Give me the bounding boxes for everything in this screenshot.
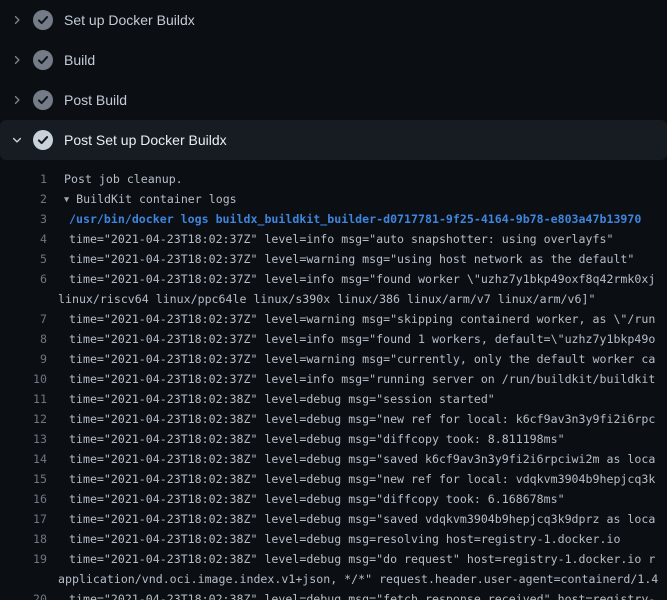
step-label: Post Set up Docker Buildx	[64, 132, 227, 148]
log-text: time="2021-04-23T18:02:37Z" level=warnin…	[69, 349, 655, 369]
step-row-post-set-up-docker-buildx[interactable]: Post Set up Docker Buildx	[0, 120, 667, 160]
log-text: time="2021-04-23T18:02:37Z" level=info m…	[69, 329, 655, 349]
log-line-number[interactable]: 1	[0, 169, 47, 189]
log-text: linux/riscv64 linux/ppc64le linux/s390x …	[58, 289, 595, 309]
log-line: 20 time="2021-04-23T18:02:38Z" level=debu…	[0, 589, 667, 600]
log-text: time="2021-04-23T18:02:38Z" level=debug …	[69, 409, 655, 429]
log-line-number[interactable]: 10	[0, 369, 47, 389]
log-line-number[interactable]: 9	[0, 349, 47, 369]
log-line: 14 time="2021-04-23T18:02:38Z" level=debu…	[0, 449, 667, 469]
log-line-number[interactable]: 18	[0, 529, 47, 549]
log-line: 4 time="2021-04-23T18:02:37Z" level=info …	[0, 229, 667, 249]
log-line-number	[0, 289, 47, 309]
log-line-number[interactable]: 2	[0, 189, 47, 209]
step-label: Set up Docker Buildx	[64, 12, 195, 28]
log-line-number[interactable]: 4	[0, 229, 47, 249]
step-row-set-up-docker-buildx[interactable]: Set up Docker Buildx	[0, 0, 667, 40]
chevron-right-icon	[9, 12, 25, 28]
chevron-right-icon	[9, 52, 25, 68]
log-text: ▼BuildKit container logs	[64, 189, 237, 209]
log-line-number[interactable]: 13	[0, 429, 47, 449]
step-label: Build	[64, 52, 95, 68]
log-line: 9 time="2021-04-23T18:02:37Z" level=warni…	[0, 349, 667, 369]
step-label: Post Build	[64, 92, 127, 108]
log-line: application/vnd.oci.image.index.v1+json,…	[0, 569, 667, 589]
log-line-number[interactable]: 11	[0, 389, 47, 409]
log-line: 8 time="2021-04-23T18:02:37Z" level=info …	[0, 329, 667, 349]
log-text: application/vnd.oci.image.index.v1+json,…	[58, 569, 658, 589]
log-line-number[interactable]: 8	[0, 329, 47, 349]
log-text: time="2021-04-23T18:02:37Z" level=info m…	[69, 229, 613, 249]
log-line-number[interactable]: 6	[0, 269, 47, 289]
log-text: time="2021-04-23T18:02:38Z" level=debug …	[69, 529, 620, 549]
log-text: Post job cleanup.	[64, 169, 183, 189]
step-row-post-build[interactable]: Post Build	[0, 80, 667, 120]
log-line-number[interactable]: 20	[0, 589, 47, 600]
step-status-check-icon	[33, 50, 53, 70]
log-line: 18 time="2021-04-23T18:02:38Z" level=debu…	[0, 529, 667, 549]
log-line-number[interactable]: 16	[0, 489, 47, 509]
log-text: time="2021-04-23T18:02:38Z" level=debug …	[69, 389, 495, 409]
log-text: time="2021-04-23T18:02:38Z" level=debug …	[69, 489, 565, 509]
log-line-number	[0, 569, 47, 589]
log-lines: 1 Post job cleanup. 2 ▼BuildKit container l…	[0, 160, 667, 600]
log-line-number[interactable]: 15	[0, 469, 47, 489]
log-line: 6 time="2021-04-23T18:02:37Z" level=info …	[0, 269, 667, 289]
log-command-text: /usr/bin/docker logs buildx_buildkit_bui…	[69, 209, 641, 229]
log-line: 5 time="2021-04-23T18:02:37Z" level=warni…	[0, 249, 667, 269]
step-status-check-icon	[33, 10, 53, 30]
log-line-number[interactable]: 7	[0, 309, 47, 329]
log-line-number[interactable]: 19	[0, 549, 47, 569]
log-line: linux/riscv64 linux/ppc64le linux/s390x …	[0, 289, 667, 309]
log-text: time="2021-04-23T18:02:38Z" level=debug …	[69, 449, 655, 469]
step-status-check-icon	[33, 130, 53, 150]
log-text: time="2021-04-23T18:02:37Z" level=warnin…	[69, 309, 655, 329]
log-line-number[interactable]: 17	[0, 509, 47, 529]
log-group-row[interactable]: 2 ▼BuildKit container logs	[0, 189, 667, 209]
log-line-number[interactable]: 3	[0, 209, 47, 229]
step-row-build[interactable]: Build	[0, 40, 667, 80]
log-text: time="2021-04-23T18:02:38Z" level=debug …	[69, 469, 655, 489]
chevron-right-icon	[9, 92, 25, 108]
log-line: 13 time="2021-04-23T18:02:38Z" level=debu…	[0, 429, 667, 449]
log-text: time="2021-04-23T18:02:38Z" level=debug …	[69, 589, 655, 600]
log-text: time="2021-04-23T18:02:37Z" level=info m…	[69, 369, 655, 389]
group-collapse-triangle-icon: ▼	[64, 190, 69, 209]
log-line: 17 time="2021-04-23T18:02:38Z" level=debu…	[0, 509, 667, 529]
log-text: time="2021-04-23T18:02:37Z" level=warnin…	[69, 249, 634, 269]
log-text: time="2021-04-23T18:02:38Z" level=debug …	[69, 429, 565, 449]
log-line: 1 Post job cleanup.	[0, 169, 667, 189]
log-line: 16 time="2021-04-23T18:02:38Z" level=debu…	[0, 489, 667, 509]
log-line: 12 time="2021-04-23T18:02:38Z" level=debu…	[0, 409, 667, 429]
steps-list: Set up Docker Buildx Build Post Build Po…	[0, 0, 667, 160]
log-line: 19 time="2021-04-23T18:02:38Z" level=debu…	[0, 549, 667, 569]
log-line-number[interactable]: 5	[0, 249, 47, 269]
chevron-down-icon	[9, 132, 25, 148]
log-line: 3/usr/bin/docker logs buildx_buildkit_bu…	[0, 209, 667, 229]
log-line-number[interactable]: 14	[0, 449, 47, 469]
log-line: 15 time="2021-04-23T18:02:38Z" level=debu…	[0, 469, 667, 489]
log-text: time="2021-04-23T18:02:38Z" level=debug …	[69, 549, 655, 569]
log-text: time="2021-04-23T18:02:37Z" level=info m…	[69, 269, 655, 289]
log-line-number[interactable]: 12	[0, 409, 47, 429]
log-line: 11 time="2021-04-23T18:02:38Z" level=debu…	[0, 389, 667, 409]
log-line: 10 time="2021-04-23T18:02:37Z" level=info…	[0, 369, 667, 389]
log-line: 7 time="2021-04-23T18:02:37Z" level=warni…	[0, 309, 667, 329]
log-text: time="2021-04-23T18:02:38Z" level=debug …	[69, 509, 655, 529]
step-status-check-icon	[33, 90, 53, 110]
